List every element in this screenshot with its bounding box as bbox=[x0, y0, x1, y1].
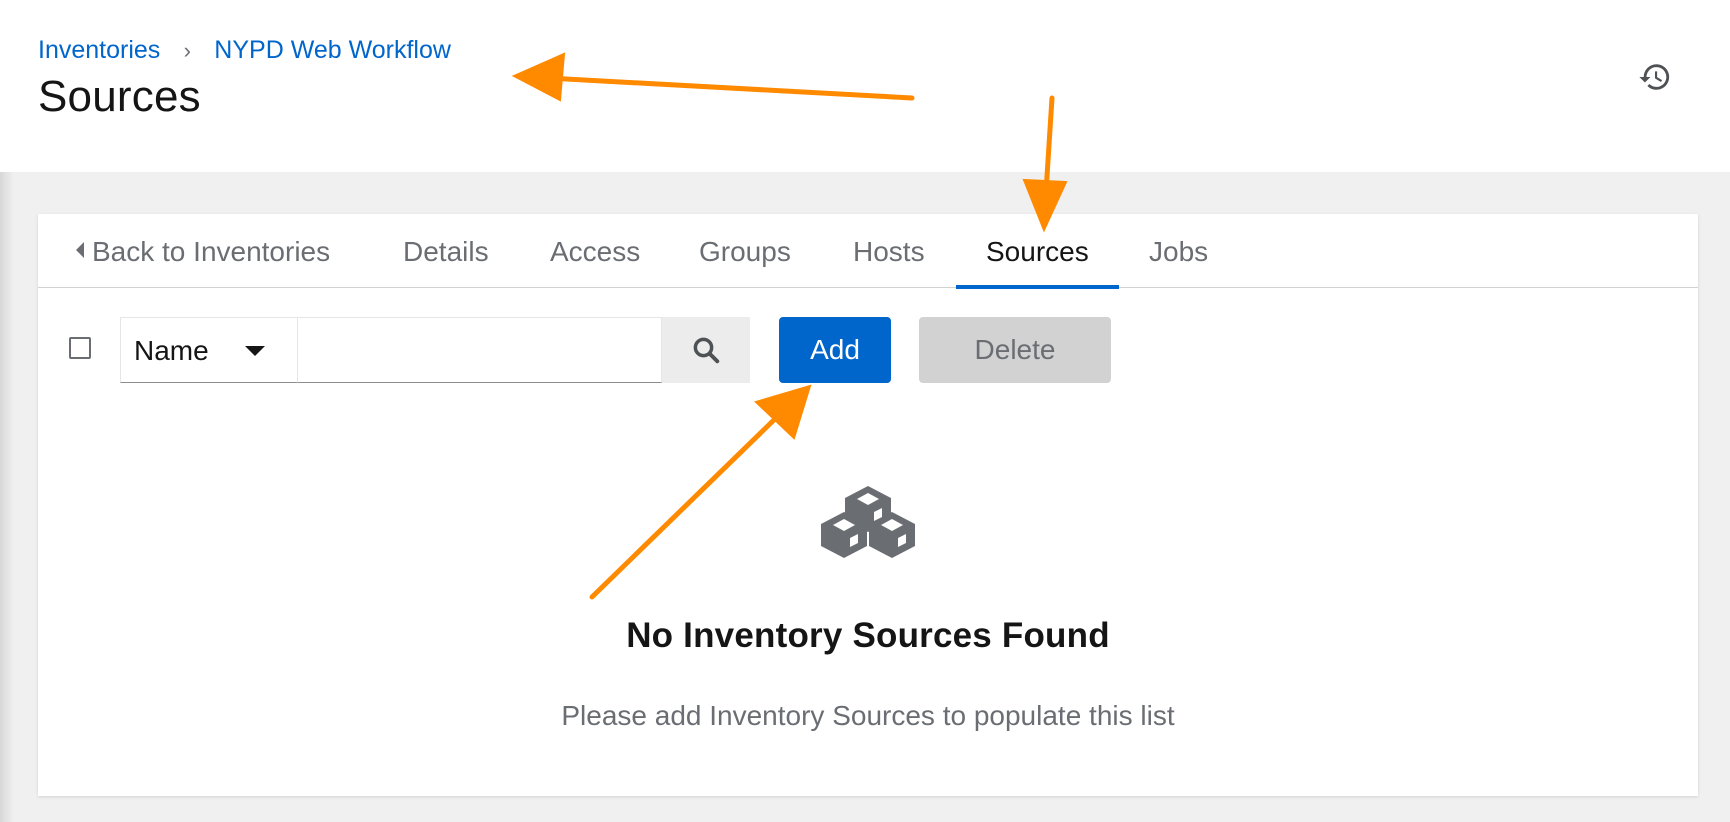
breadcrumb-inventories-link[interactable]: Inventories bbox=[38, 36, 160, 65]
history-icon[interactable] bbox=[1638, 60, 1672, 94]
filter-field-label: Name bbox=[134, 335, 209, 366]
search-icon bbox=[693, 337, 720, 364]
empty-state-title: No Inventory Sources Found bbox=[626, 616, 1110, 655]
add-button[interactable]: Add bbox=[779, 317, 891, 383]
breadcrumb-separator-icon: › bbox=[183, 37, 191, 63]
page-title: Sources bbox=[38, 72, 201, 121]
tab-bar: Back to Inventories Details Access Group… bbox=[38, 214, 1698, 289]
select-all-checkbox[interactable] bbox=[69, 337, 91, 359]
empty-state-body: Please add Inventory Sources to populate… bbox=[561, 700, 1175, 731]
breadcrumb: Inventories › NYPD Web Workflow bbox=[38, 36, 451, 65]
tab-jobs[interactable]: Jobs bbox=[1149, 214, 1208, 288]
sources-card: Back to Inventories Details Access Group… bbox=[38, 214, 1698, 796]
cubes-icon bbox=[821, 486, 915, 558]
tab-details[interactable]: Details bbox=[403, 214, 489, 288]
tab-hosts[interactable]: Hosts bbox=[853, 214, 925, 288]
tab-access[interactable]: Access bbox=[550, 214, 640, 288]
search-input[interactable] bbox=[298, 317, 662, 383]
tab-label: Back to Inventories bbox=[92, 236, 331, 267]
search-button[interactable] bbox=[662, 317, 750, 383]
page-header: Inventories › NYPD Web Workflow Sources bbox=[0, 0, 1730, 172]
tab-sources[interactable]: Sources bbox=[956, 214, 1119, 289]
breadcrumb-current-link[interactable]: NYPD Web Workflow bbox=[214, 36, 451, 65]
caret-left-icon bbox=[76, 242, 84, 258]
filter-field-select[interactable]: Name bbox=[120, 317, 298, 383]
delete-button[interactable]: Delete bbox=[919, 317, 1111, 383]
caret-down-icon bbox=[245, 346, 265, 356]
tab-back-to-inventories[interactable]: Back to Inventories bbox=[76, 214, 330, 288]
tab-groups[interactable]: Groups bbox=[699, 214, 791, 288]
